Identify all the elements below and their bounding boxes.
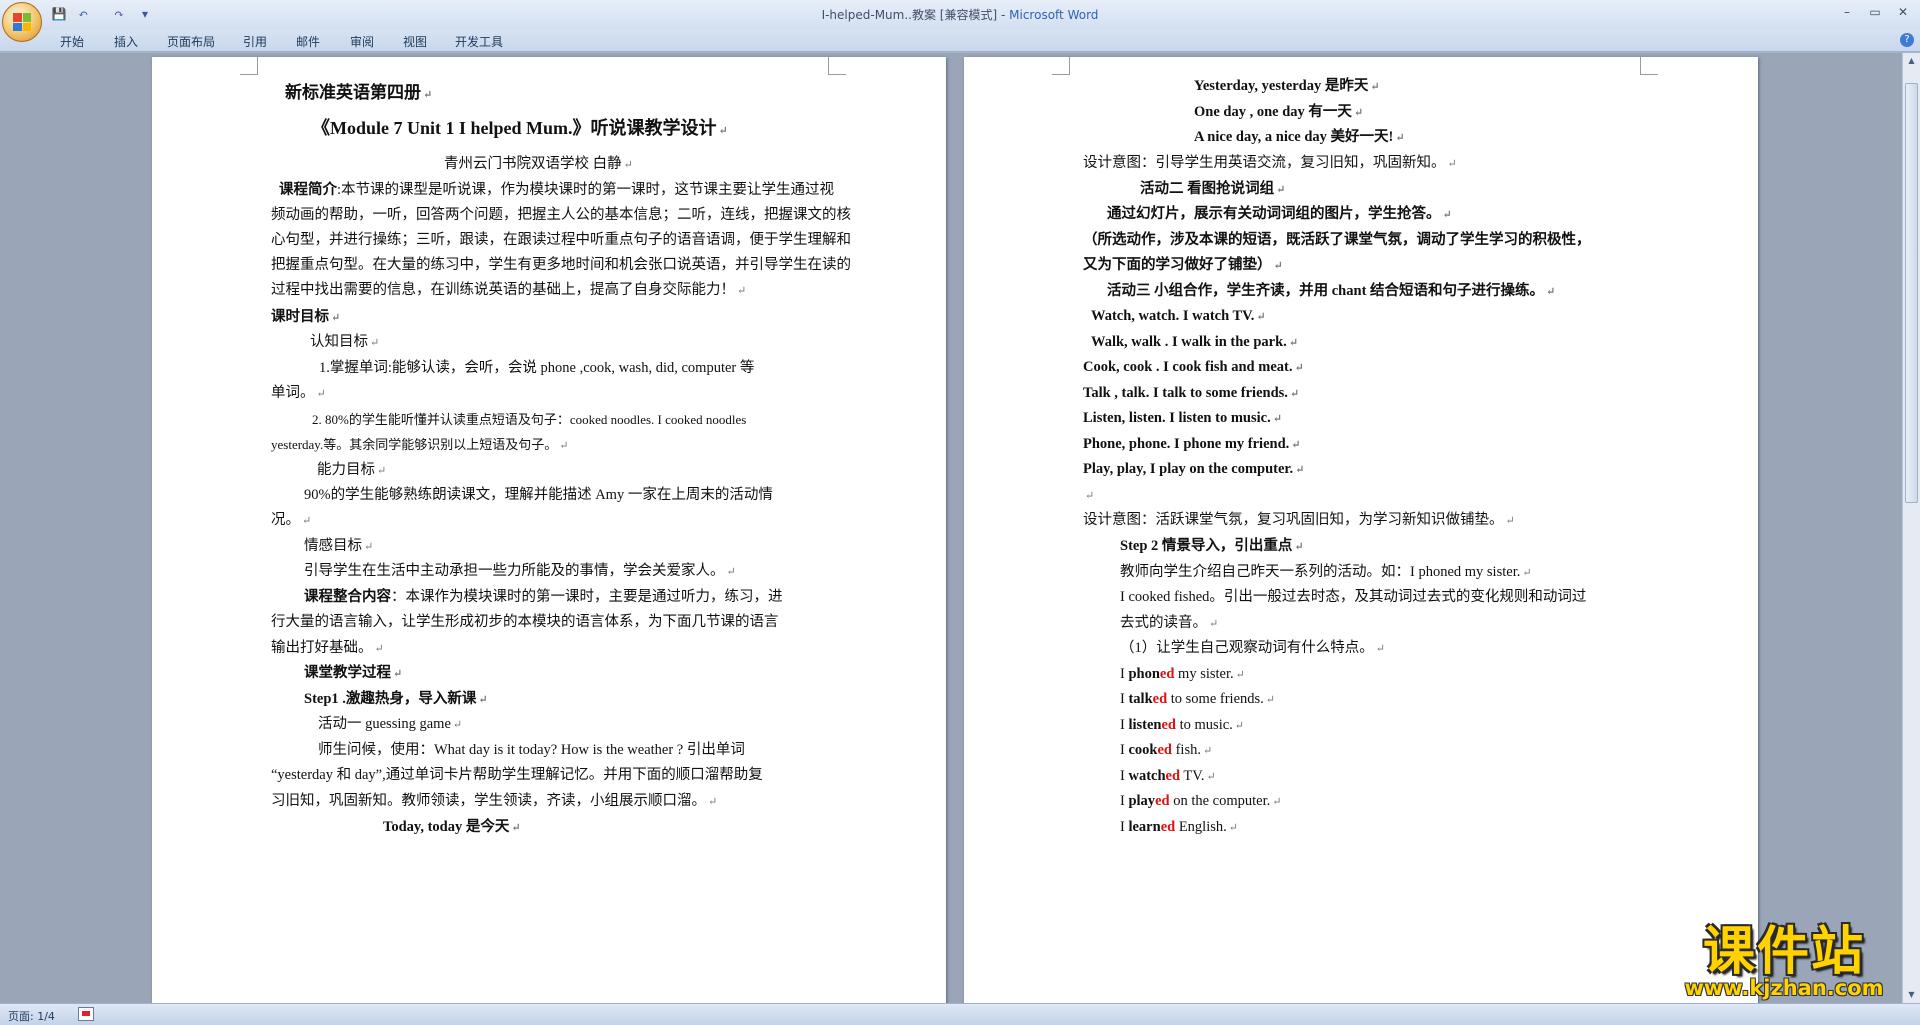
scroll-down-icon[interactable]: ▼ [1905, 989, 1918, 1001]
document-workspace[interactable]: 新标准英语第四册 ↵ 《Module 7 Unit 1 I helped Mum.… [0, 53, 1902, 1003]
cognitive-goal-1: 1.掌握单词:能够认读，会听，会说 phone ,cook, wash, did… [319, 360, 755, 376]
help-icon[interactable]: ? [1900, 33, 1914, 47]
kjzhan-watermark: 课件站 www.kjzhan.com [1668, 924, 1900, 1000]
chant-today: Today, today 是今天 ↵ [383, 819, 521, 835]
tab-references[interactable]: 引用 [243, 33, 267, 50]
close-button[interactable]: ✕ [1892, 3, 1914, 21]
chant-phrase: Play, play, I play on the computer. ↵ [1083, 461, 1305, 477]
crop-mark [828, 57, 846, 75]
intro-line: 过程中找出需要的信息，在训练说英语的基础上，提高了自身交际能力！ ↵ [271, 282, 747, 298]
tab-mailings[interactable]: 邮件 [296, 33, 320, 50]
office-logo-icon [13, 13, 31, 31]
title-bar: 💾 ↶ ↷ ▾ I-helped-Mum..教案 [兼容模式] - Micros… [0, 0, 1920, 42]
page-indicator[interactable]: 页面: 1/4 [8, 1008, 55, 1024]
doc-title: 《Module 7 Unit 1 I helped Mum.》听说课教学设计 ↵ [312, 118, 728, 138]
cognitive-goal-2-cont: yesterday.等。其余同学能够识别以上短语及句子。 ↵ [271, 437, 569, 452]
scrollbar-thumb[interactable] [1905, 83, 1918, 503]
tab-review[interactable]: 审阅 [350, 33, 374, 50]
crop-mark [1640, 57, 1658, 75]
restore-button[interactable]: ▭ [1864, 3, 1886, 21]
ribbon-tabs: 开始 插入 页面布局 引用 邮件 审阅 视图 开发工具 ? [0, 30, 1920, 52]
document-name: I-helped-Mum..教案 [兼容模式] - [821, 8, 1006, 22]
office-button[interactable] [2, 2, 42, 42]
watermark-url: www.kjzhan.com [1684, 976, 1884, 1000]
ability-goal-line: 90%的学生能够熟练朗读课文，理解并能描述 Amy 一家在上周末的活动情 [304, 487, 773, 503]
crop-mark [1052, 57, 1070, 75]
status-bar: 页面: 1/4 [0, 1003, 1920, 1025]
tab-insert[interactable]: 插入 [114, 33, 138, 50]
tab-page-layout[interactable]: 页面布局 [167, 33, 215, 50]
scroll-up-icon[interactable]: ▲ [1905, 55, 1918, 67]
doc-header: 新标准英语第四册 ↵ [285, 83, 433, 102]
watermark-title: 课件站 [1702, 922, 1865, 982]
tab-developer[interactable]: 开发工具 [455, 33, 503, 50]
tab-view[interactable]: 视图 [403, 33, 427, 50]
document-page-1[interactable]: 新标准英语第四册 ↵ 《Module 7 Unit 1 I helped Mum.… [152, 57, 946, 1003]
vertical-scrollbar[interactable]: ▲ ▼ [1902, 53, 1920, 1003]
window-title: I-helped-Mum..教案 [兼容模式] - Microsoft Word [0, 6, 1920, 23]
app-name: Microsoft Word [1009, 8, 1099, 22]
past-verb-example: I learned English. ↵ [1120, 819, 1238, 835]
tab-home[interactable]: 开始 [60, 33, 84, 50]
minimize-button[interactable]: – [1836, 3, 1858, 21]
document-page-2[interactable]: Yesterday, yesterday 是昨天 ↵ One day , one … [964, 57, 1758, 1003]
crop-mark [240, 57, 258, 75]
proofing-icon[interactable] [78, 1007, 94, 1021]
